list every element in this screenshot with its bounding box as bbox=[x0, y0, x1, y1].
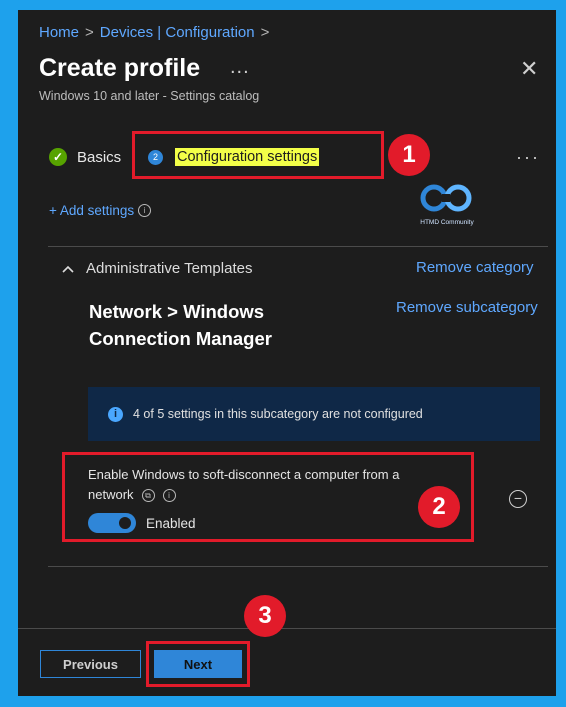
add-settings-label: + Add settings bbox=[49, 203, 135, 218]
setting-label: Enable Windows to soft-disconnect a comp… bbox=[88, 467, 400, 502]
setting-info-icon[interactable]: i bbox=[162, 489, 176, 503]
previous-button[interactable]: Previous bbox=[40, 650, 141, 678]
breadcrumb-devices-configuration[interactable]: Devices | Configuration bbox=[100, 24, 255, 41]
htmd-logo: HTMD Community bbox=[416, 183, 478, 226]
logo-caption: HTMD Community bbox=[420, 219, 474, 226]
tab-basics[interactable]: ✓ Basics bbox=[49, 148, 121, 166]
toggle-label: Enabled bbox=[146, 515, 196, 531]
setting-row: Enable Windows to soft-disconnect a comp… bbox=[88, 465, 448, 505]
more-options-icon[interactable]: ... bbox=[230, 56, 250, 79]
breadcrumb: Home > Devices | Configuration > bbox=[39, 24, 275, 41]
breadcrumb-home[interactable]: Home bbox=[39, 24, 79, 41]
toggle-switch[interactable] bbox=[88, 513, 136, 533]
callout-badge-3: 3 bbox=[244, 595, 286, 637]
breadcrumb-separator: > bbox=[260, 24, 270, 41]
create-profile-panel: Home > Devices | Configuration > Create pro… bbox=[18, 10, 556, 696]
callout-badge-1: 1 bbox=[388, 134, 430, 176]
callout-box-configuration bbox=[132, 131, 384, 179]
subcategory-title: Network > Windows Connection Manager bbox=[89, 301, 272, 349]
chevron-up-icon bbox=[62, 265, 74, 273]
tab-basics-label: Basics bbox=[77, 148, 122, 166]
tabs-more-icon[interactable]: ··· bbox=[516, 147, 540, 168]
setting-toggle[interactable]: Enabled bbox=[88, 513, 196, 533]
divider bbox=[48, 246, 548, 247]
info-banner: i 4 of 5 settings in this subcategory ar… bbox=[88, 387, 540, 441]
info-icon[interactable]: i bbox=[138, 204, 152, 217]
footer-divider bbox=[18, 628, 556, 629]
remove-category-link[interactable]: Remove category bbox=[416, 259, 534, 276]
close-icon[interactable]: ✕ bbox=[520, 56, 538, 82]
check-icon: ✓ bbox=[49, 148, 67, 166]
page-title: Create profile bbox=[39, 54, 201, 82]
remove-subcategory-link[interactable]: Remove subcategory bbox=[396, 299, 538, 316]
divider bbox=[48, 566, 548, 567]
toggle-knob bbox=[119, 517, 131, 529]
remove-setting-icon[interactable]: − bbox=[509, 490, 527, 508]
info-banner-text: 4 of 5 settings in this subcategory are … bbox=[133, 407, 423, 421]
category-header[interactable]: Administrative Templates bbox=[62, 260, 252, 277]
htmd-logo-icon bbox=[420, 184, 472, 212]
copy-icon[interactable]: ⧉ bbox=[141, 489, 155, 503]
add-settings-link[interactable]: + Add settings i bbox=[49, 203, 152, 218]
info-filled-icon: i bbox=[108, 406, 123, 422]
next-button[interactable]: Next bbox=[154, 650, 242, 678]
category-name: Administrative Templates bbox=[86, 260, 253, 277]
breadcrumb-separator: > bbox=[85, 24, 94, 41]
page-subtitle: Windows 10 and later - Settings catalog bbox=[39, 89, 260, 103]
